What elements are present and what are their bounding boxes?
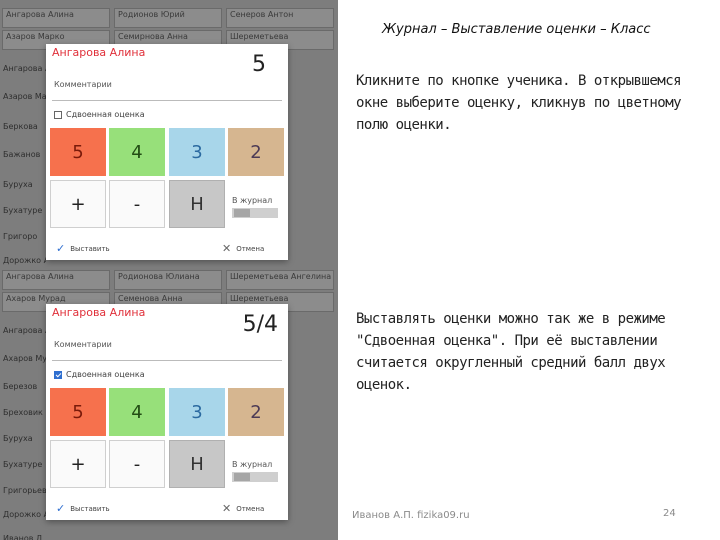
student-cell[interactable]: Родионов Юрий (114, 8, 222, 28)
journal-label: В журнал (232, 196, 273, 205)
double-grade-label: Сдвоенная оценка (66, 370, 145, 379)
cancel-button[interactable]: ✕ Отмена (222, 242, 264, 255)
grade-5-button[interactable]: 5 (50, 128, 106, 176)
student-row-name[interactable]: Ангарова Алина (0, 60, 46, 80)
student-row-name[interactable]: Ахаров Мурад (0, 350, 46, 370)
save-label: Выставить (70, 244, 110, 253)
student-row-name[interactable]: Бухатуре (0, 202, 46, 222)
grade-3-button[interactable]: 3 (169, 128, 225, 176)
double-grade-checkbox[interactable]: Сдвоенная оценка (54, 370, 145, 379)
cancel-button[interactable]: ✕ Отмена (222, 502, 264, 515)
student-cell[interactable]: Родионова Юлиана (114, 270, 222, 290)
grade-2-button[interactable]: 2 (228, 128, 284, 176)
save-button[interactable]: ✓ Выставить (56, 502, 110, 515)
grade-dialog-double: Ангарова Алина 5/4 Комментарии Сдвоенная… (46, 304, 288, 520)
student-row-name[interactable]: Григорьев (0, 482, 46, 502)
student-row-name[interactable]: Бажанов (0, 146, 46, 166)
minus-button[interactable]: - (109, 180, 165, 228)
journal-toggle[interactable] (232, 208, 278, 218)
student-cell[interactable]: Сенеров Антон (226, 8, 334, 28)
grade-5-button[interactable]: 5 (50, 388, 106, 436)
close-icon: ✕ (222, 502, 232, 515)
close-icon: ✕ (222, 242, 232, 255)
student-cell[interactable]: Ангарова Алина (2, 8, 110, 28)
student-row-name[interactable]: Буруха (0, 176, 46, 196)
cancel-label: Отмена (236, 504, 265, 513)
slide-title: Журнал – Выставление оценки – Класс (382, 22, 651, 37)
student-name: Ангарова Алина (52, 46, 146, 59)
grade-dialog-single: Ангарова Алина 5 Комментарии Сдвоенная о… (46, 44, 288, 260)
student-name: Ангарова Алина (52, 306, 146, 319)
author-credit: Иванов А.П. fizika09.ru (352, 510, 470, 521)
student-row-name[interactable]: Бухатуре (0, 456, 46, 476)
student-row-name[interactable]: Григоро (0, 228, 46, 248)
journal-label: В журнал (232, 460, 273, 469)
minus-button[interactable]: - (109, 440, 165, 488)
grade-3-button[interactable]: 3 (169, 388, 225, 436)
toggle-knob (234, 209, 250, 217)
dialog-footer: ✓ Выставить ✕ Отмена (46, 240, 288, 260)
plus-button[interactable]: + (50, 180, 106, 228)
grade-4-button[interactable]: 4 (109, 388, 165, 436)
comment-underline (52, 100, 282, 101)
journal-toggle[interactable] (232, 472, 278, 482)
student-cell[interactable]: Шереметьева Ангелина (226, 270, 334, 290)
save-button[interactable]: ✓ Выставить (56, 242, 110, 255)
cancel-label: Отмена (236, 244, 265, 253)
current-grade: 5/4 (242, 312, 278, 337)
instruction-text-2: Выставлять оценки можно так же в режиме … (356, 311, 666, 393)
student-row-name[interactable]: Дорожко Арина (0, 506, 46, 526)
student-row-name[interactable]: Дорожко Арина (0, 252, 46, 272)
grade-4-button[interactable]: 4 (109, 128, 165, 176)
comment-underline (52, 360, 282, 361)
double-grade-label: Сдвоенная оценка (66, 110, 145, 119)
double-grade-checkbox[interactable]: Сдвоенная оценка (54, 110, 145, 119)
grade-2-button[interactable]: 2 (228, 388, 284, 436)
student-row-name[interactable]: Буруха (0, 430, 46, 450)
instruction-text-1: Кликните по кнопке ученика. В открывшемс… (356, 73, 682, 133)
student-row-name[interactable]: Беркова (0, 118, 46, 138)
comment-input[interactable]: Комментарии (54, 340, 112, 349)
toggle-knob (234, 473, 250, 481)
save-label: Выставить (70, 504, 110, 513)
page-number: 24 (663, 508, 676, 519)
current-grade: 5 (252, 52, 266, 77)
student-row-name[interactable]: Бреховик (0, 404, 46, 424)
checkbox-icon (54, 110, 62, 119)
checkbox-checked-icon (54, 370, 62, 379)
student-cell[interactable]: Ангарова Алина (2, 270, 110, 290)
student-row-name[interactable]: Березов (0, 378, 46, 398)
absent-button[interactable]: Н (169, 180, 225, 228)
app-screenshot: Ангарова Алина Азаров Марко Беркова Бажанов… (0, 0, 338, 540)
student-row-name[interactable]: Азаров Марко (0, 88, 46, 108)
comment-input[interactable]: Комментарии (54, 80, 112, 89)
check-icon: ✓ (56, 242, 66, 255)
check-icon: ✓ (56, 502, 66, 515)
student-row-name[interactable]: Ангарова Алина (0, 322, 46, 342)
plus-button[interactable]: + (50, 440, 106, 488)
student-row-name[interactable]: Иванов Д (0, 530, 46, 540)
dialog-footer: ✓ Выставить ✕ Отмена (46, 500, 288, 520)
absent-button[interactable]: Н (169, 440, 225, 488)
